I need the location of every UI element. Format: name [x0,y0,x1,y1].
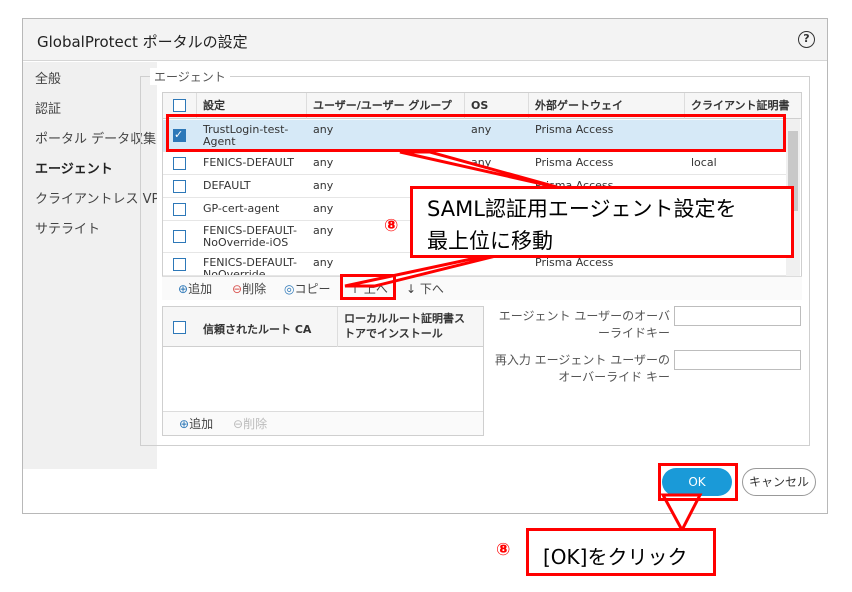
step-number-8: ⑧ [384,216,399,236]
callout-ok-text: [OK]をクリック [543,545,688,569]
highlight-first-row [166,114,786,152]
highlight-ok-button [658,463,738,501]
annotation-connectors [344,150,703,534]
step-number-8-ok: ⑧ [496,540,511,560]
callout-line2: 最上位に移動 [427,229,553,253]
callout-click-ok: [OK]をクリック [526,528,716,576]
callout-pointer-row [399,150,561,190]
callout-move-top: SAML認証用エージェント設定を 最上位に移動 [410,186,794,258]
callout-line1: SAML認証用エージェント設定を [427,197,737,221]
highlight-up-button [340,274,396,300]
